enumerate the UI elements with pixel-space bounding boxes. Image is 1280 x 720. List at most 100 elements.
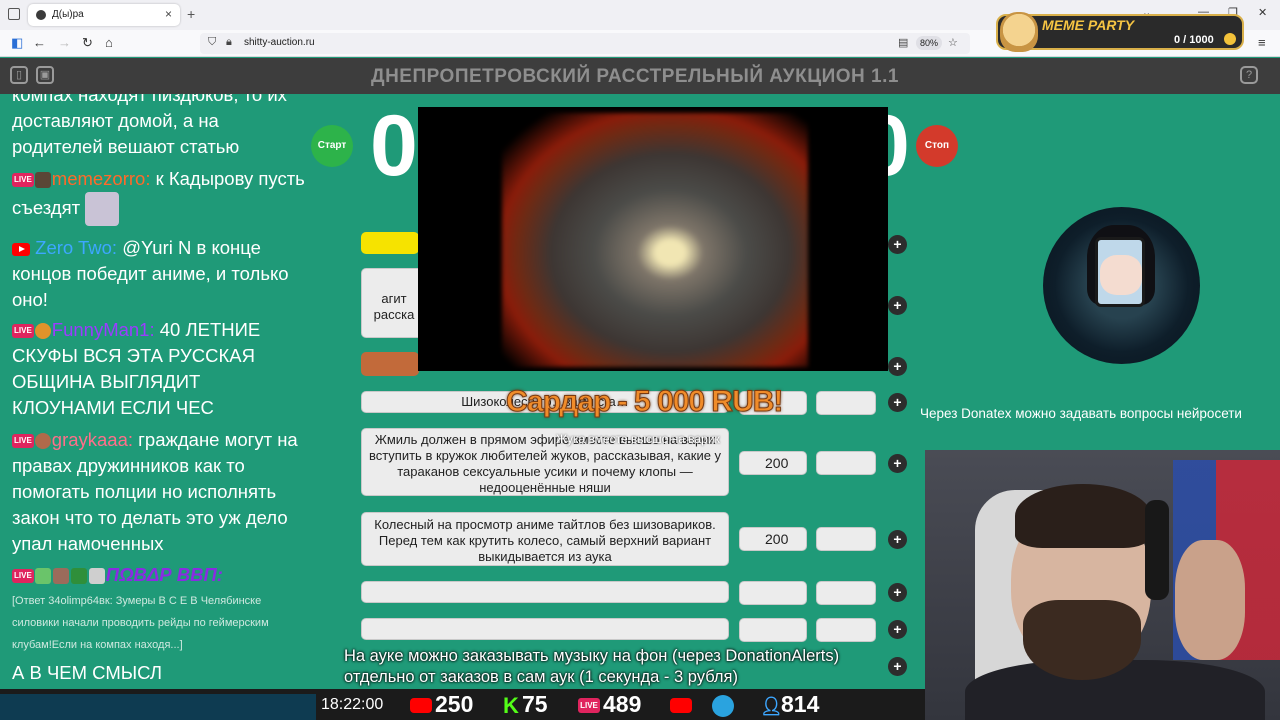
lot-card[interactable]: [361, 618, 729, 640]
new-tab-button[interactable]: +: [187, 6, 195, 22]
add-bid-button[interactable]: +: [888, 357, 907, 376]
add-bid-button[interactable]: +: [888, 620, 907, 639]
chat-username[interactable]: FunnyMan1:: [52, 319, 155, 340]
meme-party-widget: MEME PARTY 0 / 1000: [996, 12, 1244, 52]
add-bid-button[interactable]: +: [888, 657, 907, 676]
anime-avatar: [1043, 207, 1200, 364]
stop-button[interactable]: Стоп: [916, 125, 958, 167]
telegram-icon: [712, 694, 734, 717]
shield-icon[interactable]: ⛉: [208, 36, 216, 49]
add-bid-button[interactable]: +: [888, 530, 907, 549]
address-bar[interactable]: ⛉ 🔒︎ shitty-auction.ru ▤ 80% ☆: [200, 33, 970, 54]
youtube-icon: [410, 698, 432, 714]
youtube-icon: [12, 242, 30, 256]
add-lot-button[interactable]: +: [888, 235, 907, 254]
tab-title: Д(ы)ра: [52, 9, 84, 20]
vk-live-icon: LIVE: [578, 698, 600, 714]
chat-message: компах находят пиздюков, то их доставляю…: [12, 94, 306, 160]
anime-emote-icon: [85, 192, 120, 226]
browser-tab[interactable]: Д(ы)ра ×: [28, 4, 180, 26]
chat-username[interactable]: memezorro:: [52, 168, 151, 189]
chat-username[interactable]: graykaaa:: [52, 429, 133, 450]
robot-badge-icon: [88, 568, 105, 585]
add-bid-button[interactable]: +: [888, 393, 907, 412]
kick-viewers: K 75: [503, 691, 548, 717]
close-window-button[interactable]: ✕: [1258, 6, 1267, 19]
lot-card[interactable]: Колесный на просмотр аниме тайтлов без ш…: [361, 512, 729, 566]
kick-icon: K: [503, 692, 519, 718]
add-bid-button[interactable]: +: [888, 583, 907, 602]
telegram-link[interactable]: [712, 691, 737, 717]
chat-message: LIVE memezorro: к Кадырову пусть съездят: [12, 166, 306, 226]
lock-icon[interactable]: 🔒︎: [226, 36, 232, 49]
doge-logo: [1000, 12, 1038, 52]
chat-reply-quote: [Ответ 34olimp64вк: Зумеры В С Е В Челяб…: [12, 590, 306, 656]
chat-username[interactable]: Zero Two:: [35, 237, 117, 258]
webcam-feed: [925, 450, 1280, 720]
bid-input[interactable]: [816, 581, 876, 605]
lot-card[interactable]: [361, 581, 729, 603]
ticker-line: На ауке можно заказывать музыку на фон (…: [344, 647, 840, 665]
help-button[interactable]: ?: [1240, 66, 1258, 84]
donation-alert: Сардар - 5 000 RUB!: [505, 385, 783, 419]
youtube-play-icon: [670, 698, 692, 714]
chat-message: Zero Two: @Yuri N в конце концов победит…: [12, 235, 306, 313]
donatex-note: Через Donatex можно задавать вопросы ней…: [920, 406, 1242, 421]
bottle-badge-icon: [52, 568, 69, 585]
webcam-headset: [1145, 500, 1169, 600]
page-title: ДНЕПРОПЕТРОВСКИЙ РАССТРЕЛЬНЫЙ АУКЦИОН 1.…: [371, 66, 899, 87]
webcam-beard: [1023, 600, 1141, 680]
meme-party-score: 0 / 1000: [1174, 34, 1214, 46]
gift-badge-icon: [70, 568, 87, 585]
lot-price[interactable]: [739, 581, 807, 605]
youtube-play-link[interactable]: [670, 691, 695, 717]
home-icon[interactable]: ⌂: [105, 35, 113, 50]
bid-input[interactable]: [816, 527, 876, 551]
donation-subtext: Жука вместе высшо на варик: [556, 432, 720, 446]
bid-input[interactable]: [816, 618, 876, 642]
clock: 18:22:00: [321, 696, 384, 713]
bid-input[interactable]: [816, 391, 876, 415]
tab-close-icon[interactable]: ×: [165, 7, 172, 21]
zoom-level[interactable]: 80%: [916, 36, 943, 50]
chat-username[interactable]: ПΩВΔΡ ΒΒΠ:: [106, 564, 223, 585]
coin-icon: [1224, 33, 1236, 45]
user-badge-icon: [34, 433, 51, 450]
lot-price[interactable]: [739, 618, 807, 642]
webcam-hair: [1015, 484, 1151, 548]
live-badge-icon: LIVE: [12, 173, 34, 188]
lot-price[interactable]: 200: [739, 527, 807, 551]
chat-message: LIVE ПΩВΔΡ ΒΒΠ:: [12, 562, 306, 588]
lot-price[interactable]: 200: [739, 451, 807, 475]
live-badge-icon: LIVE: [12, 569, 34, 584]
youtube-viewers: 250: [410, 691, 473, 717]
timer-display-left: 0: [370, 98, 418, 194]
bid-input[interactable]: [816, 451, 876, 475]
chat-message: LIVE graykaaa: граждане могут на правах д…: [12, 427, 306, 557]
stats-bar-left: [0, 694, 316, 720]
tab-list-icon[interactable]: [8, 8, 20, 20]
sidebar-toggle-icon[interactable]: ◧: [11, 35, 23, 51]
add-bid-button[interactable]: +: [888, 454, 907, 473]
user-icon: 👤︎: [760, 695, 783, 716]
total-count: 814: [781, 691, 820, 717]
video-frame-image: [502, 113, 808, 367]
favicon-icon: [36, 10, 46, 20]
video-overlay: [418, 107, 888, 371]
chat-message: LIVE FunnyMan1: 40 ЛЕТНИЕ СКУФЫ ВСЯ ЭТА Р…: [12, 317, 306, 421]
kick-count: 75: [522, 691, 548, 717]
reload-icon[interactable]: ↻: [82, 35, 93, 51]
menu-icon[interactable]: ≡: [1258, 35, 1266, 50]
bookmark-star-icon[interactable]: ☆: [948, 36, 958, 49]
back-arrow-icon[interactable]: ←: [33, 35, 46, 50]
url-text[interactable]: shitty-auction.ru: [244, 37, 315, 48]
start-button[interactable]: Старт: [311, 125, 353, 167]
chat-text: компах находят пиздюков, то их доставляю…: [12, 94, 287, 157]
webcam-hand: [1175, 540, 1245, 660]
avatar-face: [1100, 255, 1142, 295]
reader-view-icon[interactable]: ▤: [898, 36, 908, 49]
add-bid-button[interactable]: +: [888, 296, 907, 315]
forward-arrow-icon[interactable]: →: [58, 35, 71, 50]
chat-text: [Ответ 34olimp64вк: Зумеры В С Е В Челяб…: [12, 595, 269, 651]
lot-highlight-bar: [361, 232, 419, 254]
